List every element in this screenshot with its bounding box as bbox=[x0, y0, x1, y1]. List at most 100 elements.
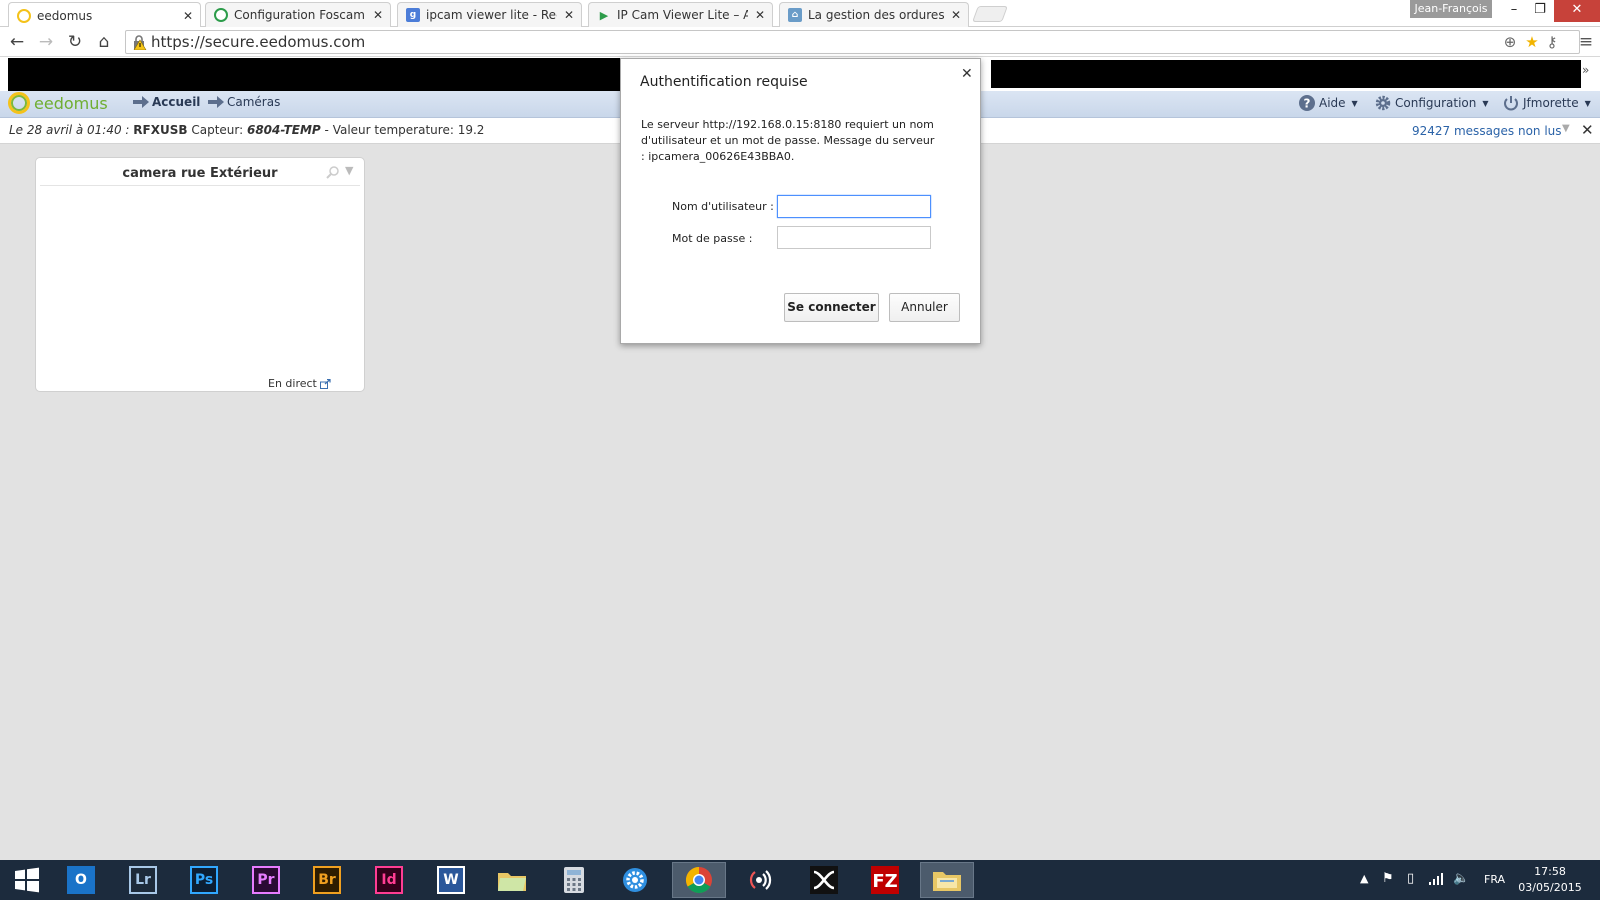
bookmarks-overflow-icon[interactable]: » bbox=[1582, 63, 1589, 77]
username-label: Nom d'utilisateur : bbox=[672, 200, 774, 213]
tab-foscam[interactable]: Configuration Foscam 89 ✕ bbox=[205, 2, 391, 27]
chevron-down-icon[interactable]: ▼ bbox=[1562, 123, 1570, 134]
taskbar-photoshop[interactable]: Ps bbox=[177, 862, 231, 898]
chevron-down-icon[interactable]: ▼ bbox=[345, 164, 353, 177]
close-icon[interactable]: ✕ bbox=[754, 8, 766, 22]
close-icon[interactable]: ✕ bbox=[1581, 121, 1594, 139]
tab-title: La gestion des ordures av bbox=[808, 8, 944, 22]
clock-time: 17:58 bbox=[1534, 865, 1566, 878]
arrow-right-icon bbox=[208, 96, 224, 108]
redacted-area bbox=[8, 58, 620, 91]
new-tab-button[interactable] bbox=[972, 6, 1008, 22]
forward-arrow-icon[interactable]: → bbox=[35, 31, 57, 53]
language-indicator[interactable]: FRA bbox=[1484, 873, 1505, 886]
close-icon[interactable]: ✕ bbox=[372, 8, 384, 22]
crossover-icon bbox=[810, 866, 838, 894]
taskbar-chrome[interactable] bbox=[672, 862, 726, 898]
lightroom-icon: Lr bbox=[129, 866, 157, 894]
taskbar-word[interactable]: W bbox=[424, 862, 478, 898]
zoom-icon[interactable]: ⊕ bbox=[1500, 31, 1520, 53]
svg-text:FZ: FZ bbox=[872, 871, 897, 892]
volume-icon[interactable]: 🔈 bbox=[1453, 871, 1469, 886]
password-field[interactable] bbox=[777, 226, 931, 249]
taskbar-filezilla[interactable]: FZ bbox=[858, 862, 912, 898]
search-icon[interactable] bbox=[326, 165, 340, 179]
taskbar-audio-app[interactable] bbox=[735, 862, 789, 898]
chrome-menu-icon[interactable]: ≡ bbox=[1576, 31, 1596, 53]
reload-icon[interactable]: ↻ bbox=[64, 31, 86, 53]
live-link[interactable]: En direct bbox=[268, 377, 331, 390]
profile-badge[interactable]: Jean-François bbox=[1410, 0, 1492, 18]
eedomus-logo[interactable]: eedomus bbox=[8, 92, 108, 114]
unread-messages-link[interactable]: 92427 messages non lus bbox=[1412, 124, 1562, 138]
taskbar-bridge[interactable]: Br bbox=[300, 862, 354, 898]
tab-title: Configuration Foscam 89 bbox=[234, 8, 366, 22]
play-store-icon: ▶ bbox=[599, 8, 609, 22]
cancel-button[interactable]: Annuler bbox=[889, 293, 960, 322]
close-icon[interactable]: ✕ bbox=[950, 8, 962, 22]
dialog-message: Le serveur http://192.168.0.15:8180 requ… bbox=[641, 118, 935, 163]
window-close-icon[interactable]: ✕ bbox=[1554, 0, 1600, 22]
close-icon[interactable]: ✕ bbox=[182, 9, 194, 23]
taskbar-outlook[interactable]: O bbox=[54, 862, 108, 898]
connect-button[interactable]: Se connecter bbox=[784, 293, 879, 322]
start-button[interactable] bbox=[0, 862, 54, 898]
tab-play-store[interactable]: ▶ IP Cam Viewer Lite – Appl ✕ bbox=[588, 2, 773, 27]
user-menu[interactable]: Jfmorette ▼ bbox=[1502, 94, 1591, 112]
tab-title: ipcam viewer lite - Recher bbox=[426, 8, 557, 22]
taskbar-lightroom[interactable]: Lr bbox=[116, 862, 170, 898]
premiere-icon: Pr bbox=[252, 866, 280, 894]
svg-text:?: ? bbox=[1304, 97, 1311, 111]
restore-icon[interactable]: ❐ bbox=[1526, 0, 1554, 22]
calculator-icon bbox=[564, 867, 584, 893]
minimize-icon[interactable]: – bbox=[1500, 0, 1528, 22]
tab-ordures[interactable]: ⌂ La gestion des ordures av ✕ bbox=[779, 2, 969, 27]
signal-icon[interactable] bbox=[1428, 872, 1444, 886]
bridge-icon: Br bbox=[313, 866, 341, 894]
back-arrow-icon[interactable]: ← bbox=[6, 31, 28, 53]
notification-value: 19.2 bbox=[457, 123, 485, 137]
nav-cameras[interactable]: Caméras bbox=[208, 95, 280, 109]
close-icon[interactable]: ✕ bbox=[563, 8, 575, 22]
taskbar-files[interactable] bbox=[485, 862, 539, 898]
tab-google-search[interactable]: g ipcam viewer lite - Recher ✕ bbox=[397, 2, 582, 27]
tray-expand-icon[interactable]: ▲ bbox=[1360, 872, 1368, 885]
taskbar-calculator[interactable] bbox=[547, 862, 601, 898]
key-icon[interactable]: ⚷ bbox=[1542, 31, 1562, 53]
help-menu[interactable]: ? Aide ▼ bbox=[1298, 94, 1358, 112]
taskbar-explorer[interactable] bbox=[920, 862, 974, 898]
taskbar-premiere[interactable]: Pr bbox=[239, 862, 293, 898]
battery-icon[interactable]: ▯ bbox=[1407, 871, 1414, 886]
nav-accueil[interactable]: Accueil bbox=[133, 95, 200, 109]
divider bbox=[40, 185, 360, 186]
eedomus-ring-icon bbox=[17, 8, 31, 23]
windows-taskbar: O Lr Ps Pr Br Id W FZ ▲ ⚑ ▯ 🔈 FRA 17:58 … bbox=[0, 860, 1600, 900]
google-icon: g bbox=[406, 8, 420, 22]
url-text: https://secure.eedomus.com bbox=[151, 33, 366, 51]
gear-icon bbox=[1375, 95, 1391, 111]
browser-toolbar: ← → ↻ ⌂ https://secure.eedomus.com ⊕ ★ ⚷… bbox=[0, 27, 1600, 57]
taskbar-indesign[interactable]: Id bbox=[362, 862, 416, 898]
clock-date: 03/05/2015 bbox=[1518, 881, 1582, 894]
redacted-area bbox=[991, 60, 1581, 88]
taskbar-settings-app[interactable] bbox=[608, 862, 662, 898]
tab-eedomus[interactable]: eedomus ✕ bbox=[8, 2, 201, 28]
filezilla-icon: FZ bbox=[871, 866, 899, 894]
file-explorer-icon bbox=[933, 872, 961, 891]
home-icon[interactable]: ⌂ bbox=[93, 31, 115, 53]
address-bar[interactable]: https://secure.eedomus.com bbox=[125, 30, 1580, 54]
configuration-menu[interactable]: Configuration ▼ bbox=[1374, 94, 1489, 112]
tab-title: eedomus bbox=[37, 8, 93, 23]
outlook-icon: O bbox=[67, 866, 95, 894]
arrow-right-icon bbox=[133, 96, 149, 108]
help-circle-icon: ? bbox=[1299, 95, 1315, 111]
close-icon[interactable]: ✕ bbox=[961, 66, 973, 82]
system-clock[interactable]: 17:58 03/05/2015 bbox=[1515, 864, 1585, 896]
action-center-flag-icon[interactable]: ⚑ bbox=[1382, 871, 1394, 886]
foscam-icon bbox=[214, 8, 228, 22]
bookmark-star-icon[interactable]: ★ bbox=[1522, 31, 1542, 53]
username-field[interactable] bbox=[777, 195, 931, 218]
taskbar-crossover[interactable] bbox=[797, 862, 851, 898]
windows-logo-icon bbox=[15, 867, 39, 893]
camera-widget: camera rue Extérieur ▼ En direct bbox=[35, 157, 365, 392]
